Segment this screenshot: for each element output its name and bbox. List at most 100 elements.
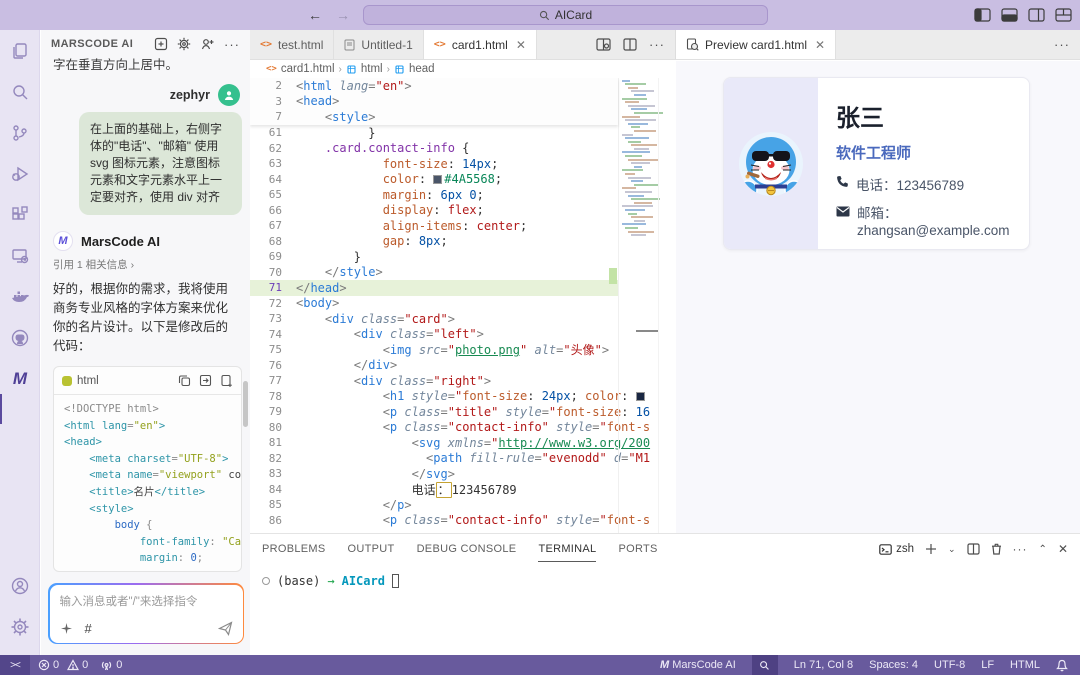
toggle-left-sidebar-icon[interactable]	[974, 8, 991, 22]
minimap[interactable]	[618, 78, 658, 533]
kill-terminal-trash-icon[interactable]	[991, 543, 1002, 555]
code-line[interactable]: 63 font-size: 14px;	[250, 156, 618, 172]
code-line[interactable]: 75 <img src="photo.png" alt="头像">	[250, 342, 618, 358]
code-line[interactable]: 78 <h1 style="font-size: 24px; color:	[250, 389, 618, 405]
tab-output[interactable]: OUTPUT	[348, 536, 395, 562]
code-line[interactable]: 80 <p class="contact-info" style="font-s	[250, 420, 618, 436]
code-line[interactable]: 64 color: #4A5568;	[250, 172, 618, 188]
code-line[interactable]: 61 }	[250, 125, 618, 141]
language-mode[interactable]: HTML	[1010, 659, 1040, 671]
forward-arrow-icon[interactable]: →	[336, 7, 350, 23]
code-line[interactable]: 71</head>	[250, 280, 618, 296]
code-line[interactable]: 76 </div>	[250, 358, 618, 374]
breadcrumb-head[interactable]: head	[409, 63, 435, 75]
back-arrow-icon[interactable]: ←	[308, 7, 322, 23]
terminal-prompt[interactable]: (base) → AICard	[250, 564, 1080, 588]
panel-more-icon[interactable]: ···	[1013, 542, 1028, 556]
code-line[interactable]: 82 <path fill-rule="evenodd" d="M1	[250, 451, 618, 467]
code-line[interactable]: 74 <div class="left">	[250, 327, 618, 343]
reference-link[interactable]: 引用 1 相关信息 ›	[41, 253, 250, 272]
context-hash-button[interactable]: #	[85, 621, 92, 636]
tab-test-html[interactable]: <> test.html	[250, 30, 334, 59]
insert-code-icon[interactable]	[199, 374, 212, 387]
breadcrumb[interactable]: <> card1.html › html › head	[250, 60, 675, 78]
chat-more-icon[interactable]: ···	[224, 37, 240, 52]
code-line[interactable]: 85 </p>	[250, 497, 618, 513]
chat-scrollbar[interactable]	[243, 381, 248, 427]
new-chat-icon[interactable]	[154, 37, 168, 51]
code-line[interactable]: 86 <p class="contact-info" style="font-s	[250, 513, 618, 529]
tab-untitled-1[interactable]: Untitled-1	[334, 30, 423, 59]
code-line[interactable]: 70 </style>	[250, 265, 618, 281]
notifications-bell-icon[interactable]	[1056, 659, 1068, 672]
close-panel-icon[interactable]: ✕	[1058, 542, 1068, 556]
split-editor-icon[interactable]	[623, 38, 637, 51]
new-terminal-icon[interactable]	[925, 543, 937, 555]
code-line[interactable]: 68 gap: 8px;	[250, 234, 618, 250]
account-icon[interactable]	[0, 565, 40, 606]
shell-selector[interactable]: zsh	[879, 543, 914, 555]
code-line[interactable]: 73 <div class="card">	[250, 311, 618, 327]
code-line[interactable]: 84 电话：123456789	[250, 482, 618, 498]
code-line[interactable]: 81 <svg xmlns="http://www.w3.org/200	[250, 435, 618, 451]
breadcrumb-file[interactable]: card1.html	[281, 63, 335, 75]
share-contact-icon[interactable]	[200, 37, 215, 51]
skills-sparkle-icon[interactable]	[60, 622, 73, 635]
code-line[interactable]: 79 <p class="title" style="font-size: 16	[250, 404, 618, 420]
problems-status[interactable]: 0 0	[38, 659, 88, 671]
github-icon[interactable]	[0, 317, 40, 358]
indentation[interactable]: Spaces: 4	[869, 659, 918, 671]
scrollbar-handle[interactable]	[636, 330, 658, 332]
run-debug-icon[interactable]	[0, 153, 40, 194]
copy-code-icon[interactable]	[178, 374, 191, 387]
remote-indicator[interactable]: ><	[0, 655, 30, 675]
open-preview-side-icon[interactable]	[596, 38, 611, 51]
marscode-status-item[interactable]: M MarsCode AI	[660, 659, 736, 671]
editor-scrollbar-lane[interactable]	[658, 78, 675, 533]
code-line[interactable]: 83 </svg>	[250, 466, 618, 482]
ports-status[interactable]: 0	[100, 659, 122, 671]
tab-ports[interactable]: PORTS	[618, 536, 657, 562]
tab-preview-card1[interactable]: Preview card1.html ✕	[676, 30, 836, 59]
code-editor[interactable]: 2<html lang="en">3<head>7 <style> 61 }62…	[250, 78, 675, 533]
remote-explorer-icon[interactable]	[0, 235, 40, 276]
tab-terminal[interactable]: TERMINAL	[538, 536, 596, 562]
explorer-icon[interactable]	[0, 30, 40, 71]
maximize-panel-icon[interactable]: ⌃	[1039, 544, 1047, 555]
editor-more-icon[interactable]: ···	[649, 37, 665, 52]
docker-icon[interactable]	[0, 276, 40, 317]
chat-input[interactable]: 输入消息或者"/"来选择指令 #	[50, 585, 243, 643]
code-line[interactable]: 3<head>	[250, 94, 618, 110]
tab-problems[interactable]: PROBLEMS	[262, 536, 326, 562]
preview-more-icon[interactable]: ···	[1054, 37, 1070, 52]
cursor-position[interactable]: Ln 71, Col 8	[794, 659, 853, 671]
breadcrumb-html[interactable]: html	[361, 63, 383, 75]
toggle-bottom-panel-icon[interactable]	[1001, 8, 1018, 22]
eol-sequence[interactable]: LF	[981, 659, 994, 671]
extensions-icon[interactable]	[0, 194, 40, 235]
send-message-icon[interactable]	[218, 621, 233, 636]
tab-debug-console[interactable]: DEBUG CONSOLE	[417, 536, 517, 562]
split-terminal-icon[interactable]	[967, 543, 980, 555]
chat-settings-gear-icon[interactable]	[177, 37, 191, 51]
status-search-icon[interactable]	[752, 655, 778, 675]
new-file-code-icon[interactable]	[220, 374, 233, 387]
code-line[interactable]: 2<html lang="en">	[250, 78, 618, 94]
marscode-ai-icon[interactable]: M	[0, 358, 40, 399]
code-line[interactable]: 62 .card.contact-info {	[250, 141, 618, 157]
code-line[interactable]: 7 <style>	[250, 109, 618, 125]
command-center-search[interactable]: AICard	[363, 5, 768, 25]
close-tab-icon[interactable]: ✕	[815, 38, 825, 52]
code-line[interactable]: 72<body>	[250, 296, 618, 312]
code-line[interactable]: 77 <div class="right">	[250, 373, 618, 389]
code-line[interactable]: 69 }	[250, 249, 618, 265]
terminal-dropdown-icon[interactable]: ⌄	[948, 544, 956, 555]
close-tab-icon[interactable]: ✕	[516, 38, 526, 52]
code-line[interactable]: 65 margin: 6px 0;	[250, 187, 618, 203]
customize-layout-icon[interactable]	[1055, 8, 1072, 22]
settings-gear-icon[interactable]	[0, 606, 40, 647]
search-icon[interactable]	[0, 71, 40, 112]
toggle-right-sidebar-icon[interactable]	[1028, 8, 1045, 22]
code-lines[interactable]: 61 }62 .card.contact-info {63 font-size:…	[250, 125, 618, 528]
tab-card1-html[interactable]: <> card1.html ✕	[424, 30, 537, 59]
